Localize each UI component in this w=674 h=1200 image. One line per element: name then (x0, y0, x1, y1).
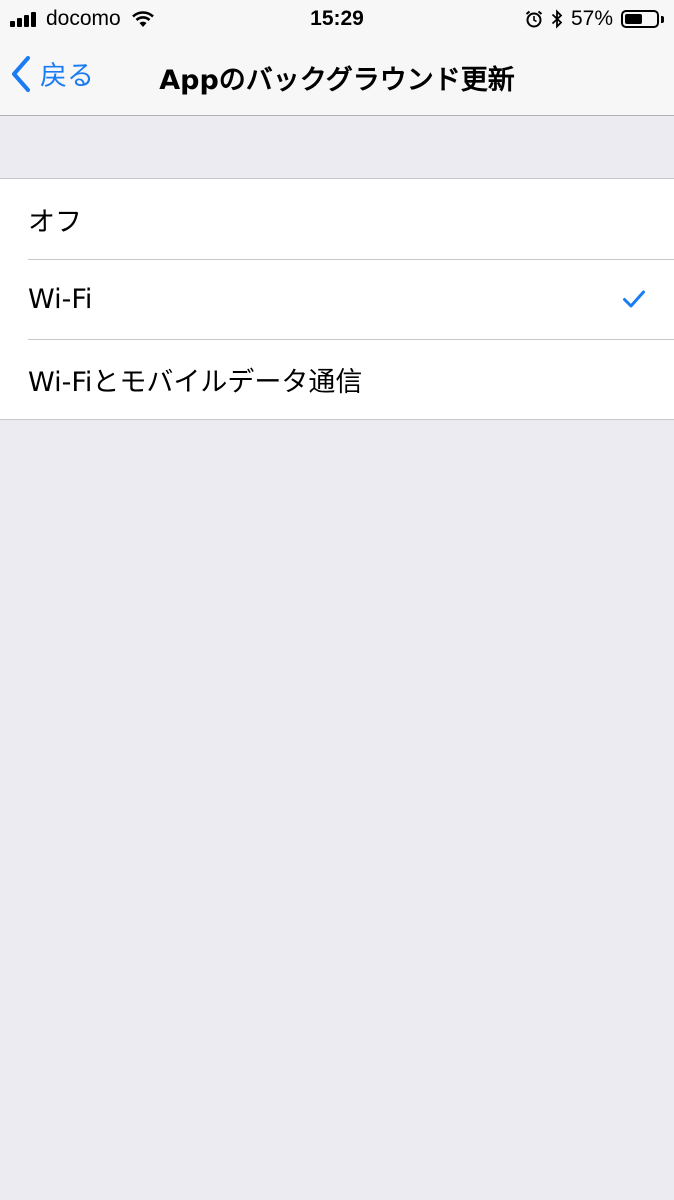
option-label: Wi-Fi (28, 283, 93, 315)
options-list: オフ Wi-Fi Wi-Fiとモバイルデータ通信 (0, 178, 674, 420)
battery-icon (621, 10, 659, 28)
status-bar: docomo 15:29 57% (0, 0, 674, 38)
status-bar-right: 57% (517, 7, 664, 31)
bluetooth-icon (551, 9, 563, 29)
battery-tip (661, 15, 664, 23)
option-label: オフ (28, 206, 82, 238)
option-wifi[interactable]: Wi-Fi (0, 259, 674, 339)
battery-fill (625, 14, 642, 24)
checkmark-icon (623, 290, 645, 308)
battery-percentage: 57% (570, 7, 613, 30)
navigation-bar: 戻る Appのバックグラウンド更新 (0, 38, 674, 116)
option-off[interactable]: オフ (0, 179, 674, 259)
option-label: Wi-Fiとモバイルデータ通信 (28, 366, 363, 398)
alarm-icon (525, 10, 543, 28)
option-wifi-and-cellular[interactable]: Wi-Fiとモバイルデータ通信 (0, 339, 674, 419)
page-title: Appのバックグラウンド更新 (159, 65, 515, 96)
